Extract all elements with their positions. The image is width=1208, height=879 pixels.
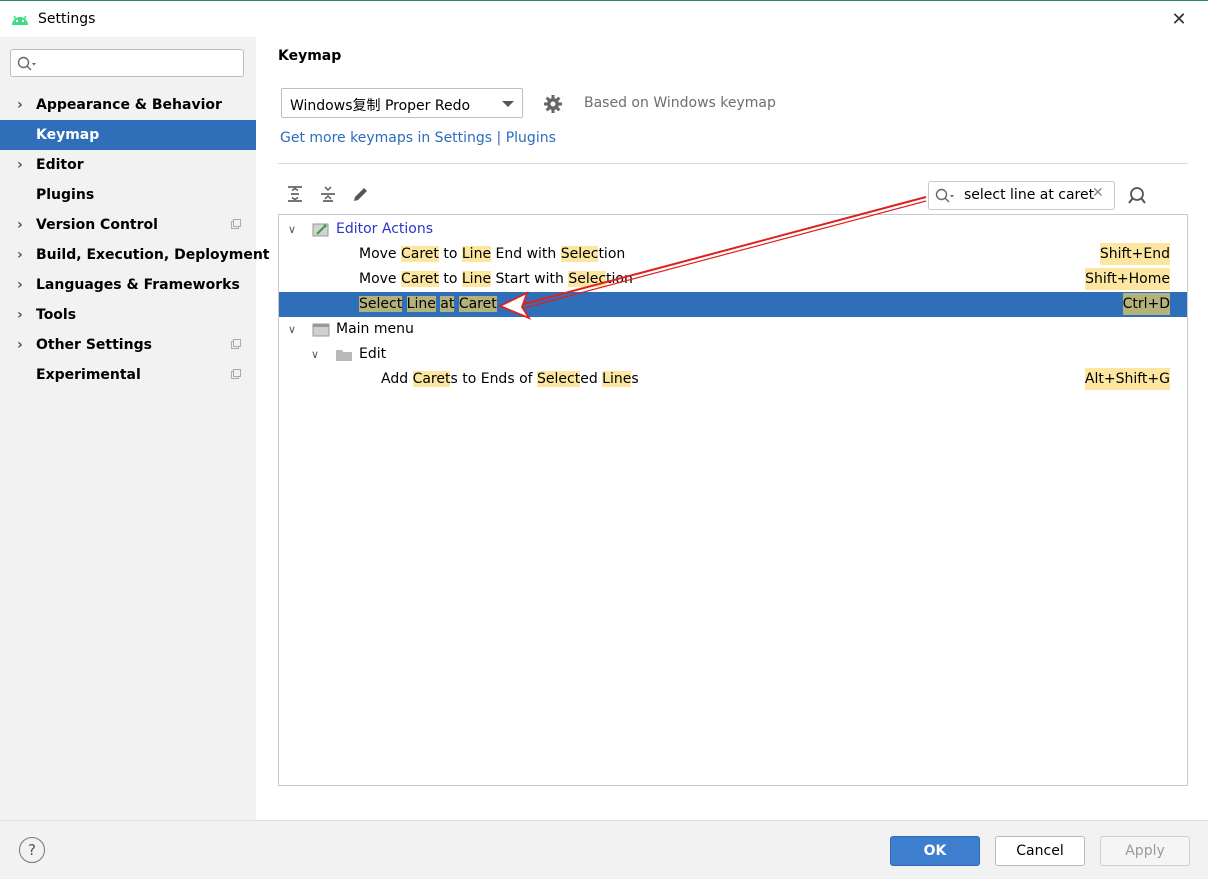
sidebar-item-label: Build, Execution, Deployment bbox=[36, 247, 270, 263]
sidebar-item-label: Appearance & Behavior bbox=[36, 97, 222, 113]
project-settings-icon bbox=[231, 369, 241, 379]
editor-actions-icon bbox=[312, 223, 329, 237]
close-icon[interactable]: ✕ bbox=[1168, 9, 1190, 31]
sidebar-item-label: Tools bbox=[36, 307, 77, 323]
action-label: Add Carets to Ends of Selected Lines bbox=[381, 371, 639, 387]
help-icon[interactable]: ? bbox=[19, 837, 45, 863]
chevron-right-icon: › bbox=[17, 97, 23, 113]
tree-row-select-line-at-caret[interactable]: Select Line at Caret Ctrl+D bbox=[279, 292, 1187, 317]
settings-sidebar: › Appearance & Behavior Keymap › Editor … bbox=[0, 37, 270, 820]
get-more-keymaps-link[interactable]: Get more keymaps in Settings | Plugins bbox=[280, 130, 556, 146]
sidebar-item-label: Editor bbox=[36, 157, 84, 173]
chevron-down-icon[interactable]: ∨ bbox=[311, 342, 325, 367]
dialog-footer: ? OK Cancel Apply bbox=[0, 820, 1208, 879]
keymap-tree[interactable]: ∨ Editor Actions Move Caret to Line End … bbox=[278, 214, 1188, 786]
cancel-button[interactable]: Cancel bbox=[995, 836, 1085, 866]
search-icon bbox=[17, 56, 36, 71]
find-shortcut-icon[interactable] bbox=[1126, 185, 1148, 207]
main-menu-label: Main menu bbox=[336, 321, 414, 337]
sidebar-item-build-execution-deployment[interactable]: › Build, Execution, Deployment bbox=[0, 240, 270, 270]
project-settings-icon bbox=[231, 339, 241, 349]
chevron-right-icon: › bbox=[17, 307, 23, 323]
chevron-right-icon: › bbox=[17, 337, 23, 353]
sidebar-item-label: Languages & Frameworks bbox=[36, 277, 240, 293]
tree-row-main-menu[interactable]: ∨ Main menu bbox=[279, 317, 1187, 342]
android-icon bbox=[12, 15, 28, 25]
sidebar-item-appearance-behavior[interactable]: › Appearance & Behavior bbox=[0, 90, 256, 120]
edit-label: Edit bbox=[359, 346, 387, 362]
editor-actions-label: Editor Actions bbox=[336, 221, 434, 237]
page-title: Keymap bbox=[278, 48, 342, 64]
keymap-filter-input[interactable]: select line at caret ✕ bbox=[928, 181, 1115, 210]
sidebar-item-languages-frameworks[interactable]: › Languages & Frameworks bbox=[0, 270, 256, 300]
collapse-all-icon[interactable] bbox=[318, 184, 338, 204]
gear-icon[interactable] bbox=[543, 94, 563, 114]
tree-row-move-caret-line-start[interactable]: Move Caret to Line Start with Selection … bbox=[279, 267, 1187, 292]
tree-row-editor-actions[interactable]: ∨ Editor Actions bbox=[279, 217, 1187, 242]
sidebar-item-label: Experimental bbox=[36, 367, 141, 383]
based-on-label: Based on Windows keymap bbox=[584, 95, 776, 111]
sidebar-item-tools[interactable]: › Tools bbox=[0, 300, 256, 330]
sidebar-item-label: Other Settings bbox=[36, 337, 152, 353]
chevron-down-icon[interactable]: ∨ bbox=[288, 217, 302, 242]
tree-row-add-carets[interactable]: Add Carets to Ends of Selected Lines Alt… bbox=[279, 367, 1187, 392]
filter-text: select line at caret bbox=[964, 187, 1095, 203]
apply-button[interactable]: Apply bbox=[1100, 836, 1190, 866]
keymap-select[interactable]: Windows复制 Proper Redo bbox=[281, 88, 523, 118]
search-icon bbox=[935, 188, 954, 203]
divider bbox=[278, 163, 1188, 164]
sidebar-item-experimental[interactable]: Experimental bbox=[0, 360, 256, 390]
sidebar-search-input[interactable] bbox=[10, 49, 244, 77]
chevron-right-icon: › bbox=[17, 277, 23, 293]
shortcut-badge: Alt+Shift+G bbox=[1084, 368, 1170, 390]
window-title: Settings bbox=[38, 11, 96, 27]
sidebar-item-other-settings[interactable]: › Other Settings bbox=[0, 330, 256, 360]
title-bar: Settings ✕ bbox=[0, 1, 1208, 37]
sidebar-item-label: Version Control bbox=[36, 217, 158, 233]
menu-folder-icon bbox=[312, 323, 330, 337]
keymap-select-value: Windows复制 Proper Redo bbox=[290, 98, 471, 114]
sidebar-item-label: Plugins bbox=[36, 187, 95, 203]
shortcut-badge: Shift+Home bbox=[1085, 268, 1170, 290]
folder-icon bbox=[336, 350, 352, 361]
ok-button[interactable]: OK bbox=[890, 836, 980, 866]
action-label: Select Line at Caret bbox=[359, 296, 497, 312]
sidebar-item-editor[interactable]: › Editor bbox=[0, 150, 256, 180]
sidebar-item-plugins[interactable]: Plugins bbox=[0, 180, 256, 210]
sidebar-item-keymap[interactable]: Keymap bbox=[0, 120, 256, 150]
clear-icon[interactable]: ✕ bbox=[1092, 185, 1104, 201]
chevron-right-icon: › bbox=[17, 247, 23, 263]
edit-icon[interactable] bbox=[351, 184, 371, 204]
action-label: Move Caret to Line End with Selection bbox=[359, 246, 626, 262]
shortcut-badge: Ctrl+D bbox=[1122, 293, 1170, 315]
sidebar-item-version-control[interactable]: › Version Control bbox=[0, 210, 256, 240]
sidebar-item-label: Keymap bbox=[36, 127, 100, 143]
chevron-right-icon: › bbox=[17, 157, 23, 173]
action-label: Move Caret to Line Start with Selection bbox=[359, 271, 633, 287]
chevron-down-icon bbox=[502, 101, 514, 107]
chevron-down-icon[interactable]: ∨ bbox=[288, 317, 302, 342]
chevron-right-icon: › bbox=[17, 217, 23, 233]
shortcut-badge: Shift+End bbox=[1099, 243, 1170, 265]
expand-all-icon[interactable] bbox=[285, 184, 305, 204]
tree-row-move-caret-line-end[interactable]: Move Caret to Line End with Selection Sh… bbox=[279, 242, 1187, 267]
tree-row-edit[interactable]: ∨ Edit bbox=[279, 342, 1187, 367]
project-settings-icon bbox=[231, 219, 241, 229]
